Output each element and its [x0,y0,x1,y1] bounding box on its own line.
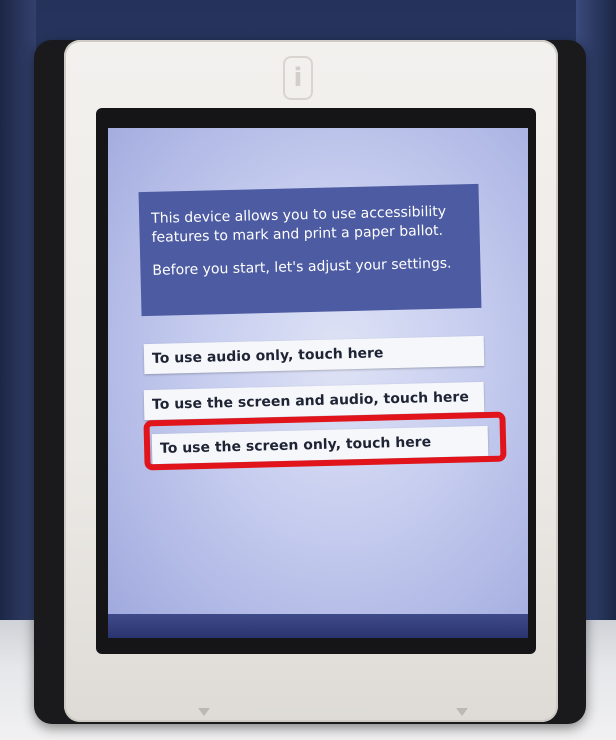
chevron-down-icon [198,708,210,716]
voting-screen: This device allows you to use accessibil… [108,128,528,638]
info-line-3: Before you start, let's adjust your sett… [152,255,452,279]
audio-only-button[interactable]: To use audio only, touch here [143,335,485,375]
screen-bottom-bar [108,614,528,638]
screen-only-button[interactable]: To use the screen only, touch here [151,425,489,465]
frame-logo-icon: i [283,56,313,100]
chevron-down-icon [456,708,468,716]
screen-and-audio-button[interactable]: To use the screen and audio, touch here [143,381,485,421]
photo-scene: i This device allows you to use accessib… [0,0,616,740]
accessibility-info-box: This device allows you to use accessibil… [138,183,482,317]
